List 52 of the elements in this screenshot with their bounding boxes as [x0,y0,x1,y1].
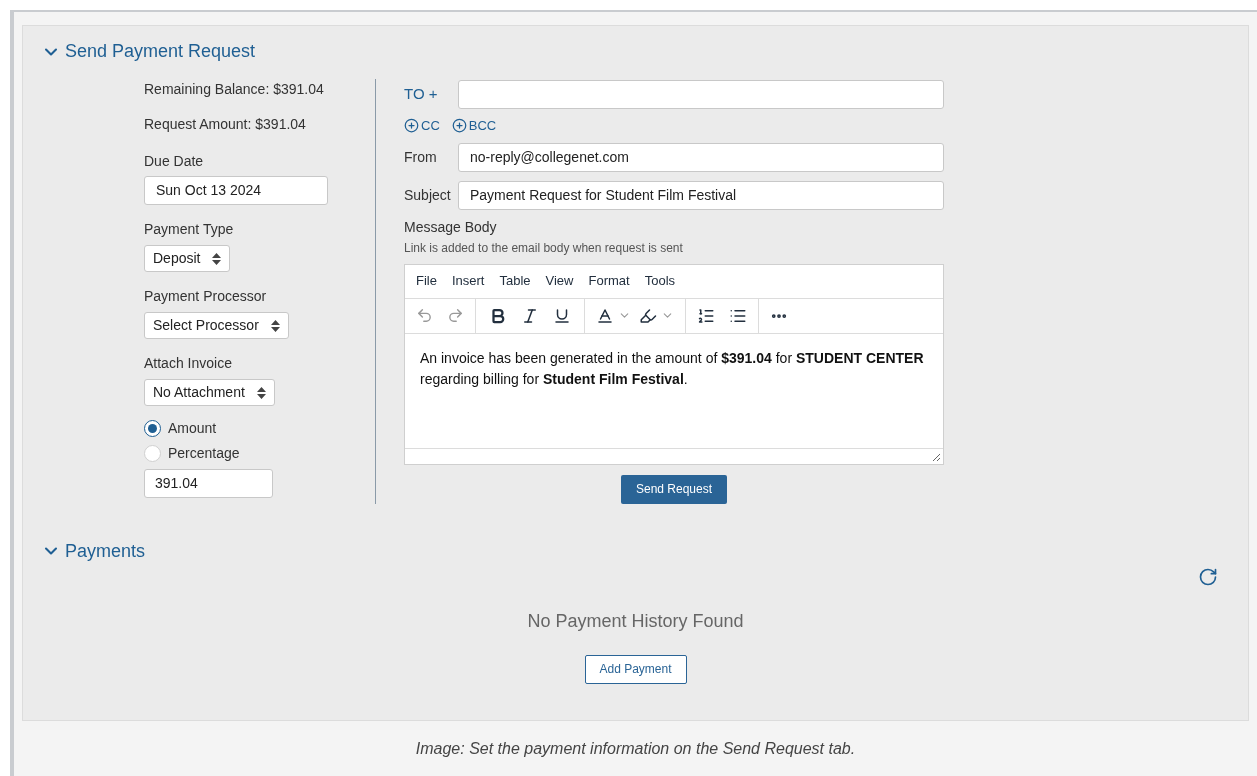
amount-field[interactable]: 391.04 [144,469,273,498]
editor-menu-item[interactable]: View [545,271,574,291]
resize-handle-icon[interactable] [932,452,941,462]
editor-menu-item[interactable]: Insert [451,271,485,291]
field-label: Attach Invoice [144,354,232,373]
to-add-link[interactable]: TO + [404,83,458,106]
subject-field[interactable]: Payment Request for Student Film Festival [458,180,944,210]
select-field[interactable]: No Attachment [144,379,275,406]
up-down-arrows-icon [256,386,266,399]
select-field[interactable]: Select Processor [144,312,289,339]
add-payment-button[interactable]: Add Payment [584,654,687,684]
add-bcc-link[interactable]: BCC [451,116,497,136]
field-label: Subject [404,185,452,205]
field-label: Payment Type [144,220,234,239]
message-body-text[interactable]: An invoice has been generated in the amount of $391.04 for STUDENT CENTER regarding billing for Student Film Festival. [405,333,943,448]
field-label: Due Date [144,152,205,171]
undo-icon[interactable] [416,307,433,324]
redo-icon[interactable] [447,307,464,324]
field-label: Message Body [404,217,498,237]
select-field[interactable]: Deposit [144,245,231,272]
section-header[interactable]: Payments [41,537,146,565]
send-request-button[interactable]: Send Request [621,474,727,504]
request-amount-text: Request Amount: $391.04 [144,115,307,132]
radio-label: Percentage [168,444,240,463]
italic-icon[interactable] [521,306,539,325]
from-field[interactable]: no-reply@collegenet.com [458,142,944,172]
empty-message: No Payment History Found [527,609,744,633]
field-label: Payment Processor [144,287,267,306]
plus-circle-icon [451,118,467,134]
text-color-icon[interactable] [596,306,614,325]
editor-menu-item[interactable]: File [416,271,437,291]
section-header[interactable]: Send Payment Request [41,38,256,65]
numbered-list-icon[interactable] [697,306,715,325]
hint-text: Link is added to the email body when request is sent [404,239,684,257]
editor-menu-item[interactable]: Format [588,271,630,291]
bold-icon[interactable] [489,306,507,325]
remaining-balance-text: Remaining Balance: $391.04 [144,80,325,97]
to-field[interactable] [458,80,944,109]
radio-button[interactable] [144,420,161,437]
highlighter-icon[interactable] [639,306,657,325]
plus-circle-icon [404,118,419,134]
radio-label: Amount [168,419,217,438]
add-cc-link[interactable]: CC [404,116,440,136]
image-caption: Image: Set the payment information on the Send Request tab. [415,739,856,759]
underline-icon[interactable] [553,306,571,325]
up-down-arrows-icon [270,319,280,332]
editor-menu-item[interactable]: Tools [644,271,676,291]
up-down-arrows-icon [212,252,222,265]
date-field[interactable]: Sun Oct 13 2024 [144,176,328,205]
field-label: From [404,147,438,167]
refresh-icon[interactable] [1198,566,1218,587]
editor-menu-item[interactable]: Table [499,271,531,291]
